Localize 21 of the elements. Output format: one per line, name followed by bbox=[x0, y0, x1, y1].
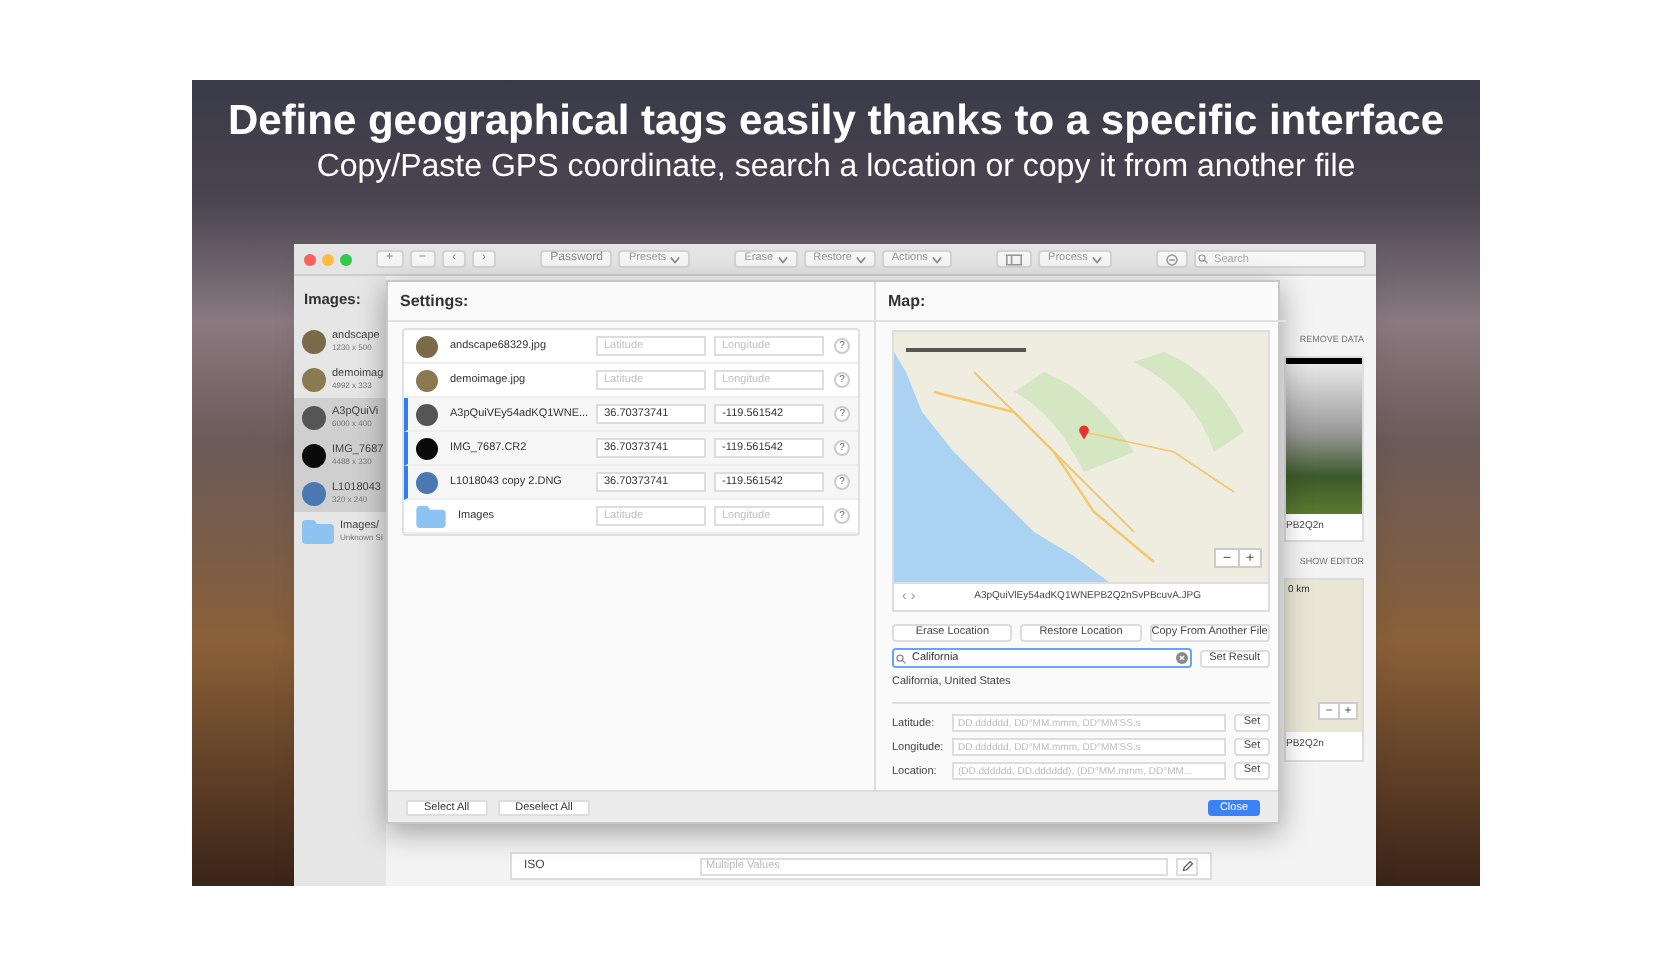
caret-icon bbox=[855, 255, 866, 263]
caret-icon bbox=[670, 255, 681, 263]
caret-icon bbox=[777, 255, 788, 263]
caret-icon bbox=[1091, 255, 1102, 263]
map-pin-icon bbox=[1078, 424, 1090, 440]
search-icon bbox=[896, 653, 906, 663]
sidebar-icon bbox=[1006, 253, 1023, 265]
folder-icon bbox=[302, 519, 334, 544]
folder-icon bbox=[416, 505, 446, 527]
clear-icon bbox=[1175, 652, 1188, 664]
sidebar-toggle-button[interactable] bbox=[996, 250, 1033, 268]
caret-icon bbox=[931, 255, 942, 263]
banner-subtitle: Copy/Paste GPS coordinate, search a location or copy it from another file bbox=[316, 148, 1356, 188]
pane-title: Settings: bbox=[388, 282, 874, 322]
pane-title: Map: bbox=[876, 282, 1286, 322]
search-icon bbox=[1198, 254, 1209, 264]
toolbar-icon-button[interactable] bbox=[1156, 250, 1189, 268]
edit-button[interactable] bbox=[1176, 857, 1198, 875]
pencil-icon bbox=[1181, 860, 1193, 872]
banner-title: Define geographical tags easily thanks to a specific interface bbox=[227, 96, 1445, 148]
circle-icon bbox=[1166, 253, 1179, 265]
